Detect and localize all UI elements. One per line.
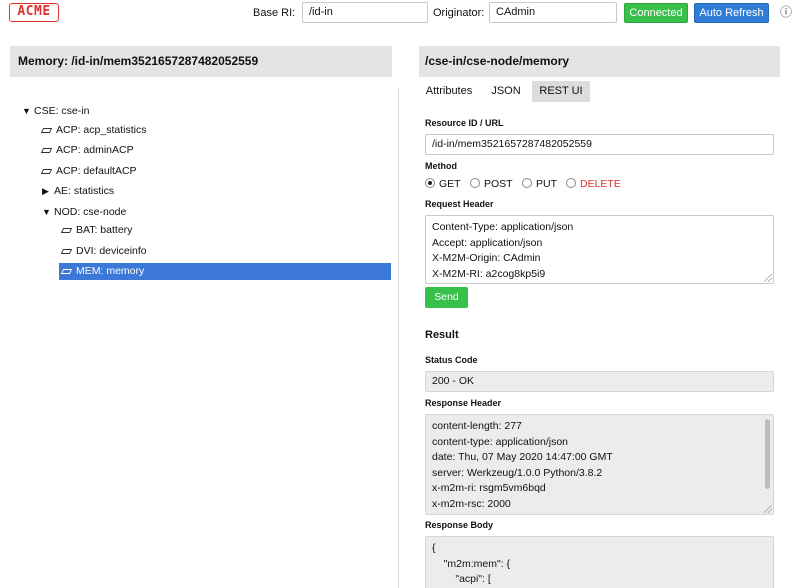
originator-input[interactable]: CAdmin [489,2,617,23]
tree-node-label: DVI: deviceinfo [76,245,147,257]
tree-node-label: ACP: adminACP [56,144,134,156]
request-header-line: Accept: application/json [432,236,543,249]
request-header-line: Content-Type: application/json [432,221,574,233]
tree-node-battery[interactable]: BAT: battery [60,222,133,239]
status-code-label: Status Code [425,355,478,365]
originator-label: Originator: [433,7,485,19]
leaf-icon [60,227,73,233]
method-delete-label: DELETE [580,178,621,190]
request-header-label: Request Header [425,199,494,209]
response-header-line: x-m2m-rsc: 2000 [432,497,511,510]
send-button[interactable]: Send [425,287,468,308]
resize-grip-icon[interactable] [764,274,772,282]
response-header-line: server: Werkzeug/1.0.0 Python/3.8.2 [432,466,603,479]
leaf-icon [60,268,73,274]
leaf-icon [40,127,53,133]
tab-rest-ui[interactable]: REST UI [532,81,590,102]
top-bar: ACME Base RI: /id-in Originator: CAdmin … [0,0,800,26]
info-icon[interactable]: ⓘ [779,5,793,19]
response-body-textarea[interactable]: { "m2m:mem": { "acpi": [ [425,536,774,588]
tree-node-label: AE: statistics [54,185,115,197]
method-post-label: POST [484,178,513,190]
response-header-line: date: Thu, 07 May 2020 14:47:00 GMT [432,451,613,463]
result-title: Result [425,329,459,341]
resize-grip-icon[interactable] [764,505,772,513]
leaf-icon [40,168,53,174]
scrollbar-thumb[interactable] [765,419,770,489]
tree-node-admin-acp[interactable]: ACP: adminACP [40,142,134,159]
tab-attributes[interactable]: Attributes [420,81,478,102]
request-header-line: X-M2M-Origin: CAdmin [432,252,541,264]
tree-node-label: ACP: acp_statistics [56,124,147,136]
tree-node-memory[interactable]: MEM: memory [59,263,391,280]
resource-id-input[interactable]: /id-in/mem3521657287482052559 [425,134,774,155]
triangle-right-icon[interactable]: ▶ [42,183,54,200]
resource-title: Memory: /id-in/mem3521657287482052559 [10,46,392,77]
radio-icon[interactable] [522,178,532,188]
tree-node-cse-node[interactable]: ▼ NOD: cse-node [42,204,126,221]
response-header-label: Response Header [425,398,502,408]
base-ri-input[interactable]: /id-in [302,2,428,23]
auto-refresh-button[interactable]: Auto Refresh [694,3,769,23]
response-header-textarea[interactable]: content-length: 277 content-type: applic… [425,414,774,515]
tree-node-label: NOD: cse-node [54,206,127,218]
base-ri-label: Base RI: [253,7,296,19]
response-header-line: content-length: 277 [432,420,522,432]
response-header-line: content-type: application/json [432,435,569,448]
tree-node-label: CSE: cse-in [34,105,90,117]
response-body-label: Response Body [425,520,494,530]
tree-node-label: MEM: memory [76,265,145,277]
method-delete-option[interactable]: DELETE [566,177,621,191]
tab-json[interactable]: JSON [484,81,528,102]
method-get-label: GET [439,178,461,190]
panel-divider[interactable] [398,88,399,588]
connected-button[interactable]: Connected [624,3,688,23]
triangle-down-icon[interactable]: ▼ [42,204,54,221]
tree-node-ae-statistics[interactable]: ▶ AE: statistics [42,183,114,200]
leaf-icon [60,248,73,254]
leaf-icon [40,147,53,153]
status-code-field: 200 - OK [425,371,774,392]
tree-node-default-acp[interactable]: ACP: defaultACP [40,163,137,180]
method-put-label: PUT [536,178,557,190]
tree-node-acp-statistics[interactable]: ACP: acp_statistics [40,122,147,139]
radio-icon[interactable] [566,178,576,188]
tree-node-label: ACP: defaultACP [56,165,137,177]
method-label: Method [425,161,457,171]
request-header-textarea[interactable]: Content-Type: application/json Accept: a… [425,215,774,284]
response-header-line: x-m2m-ri: rsgm5vm6bqd [432,482,546,494]
acme-logo: ACME [9,3,59,22]
resource-id-label: Resource ID / URL [425,118,504,128]
method-get-option[interactable]: GET [425,177,461,191]
tree-node-cse-in[interactable]: ▼ CSE: cse-in [22,103,89,120]
radio-icon[interactable] [470,178,480,188]
method-put-option[interactable]: PUT [522,177,557,191]
triangle-down-icon[interactable]: ▼ [22,103,34,120]
tree-node-deviceinfo[interactable]: DVI: deviceinfo [60,243,147,260]
resource-path-title: /cse-in/cse-node/memory [419,46,780,77]
response-body-text: { "m2m:mem": { "acpi": [ [432,542,511,585]
radio-selected-icon[interactable] [425,178,435,188]
tree-node-label: BAT: battery [76,224,133,236]
method-post-option[interactable]: POST [470,177,513,191]
request-header-line: X-M2M-RI: a2cog8kp5i9 [432,267,546,280]
